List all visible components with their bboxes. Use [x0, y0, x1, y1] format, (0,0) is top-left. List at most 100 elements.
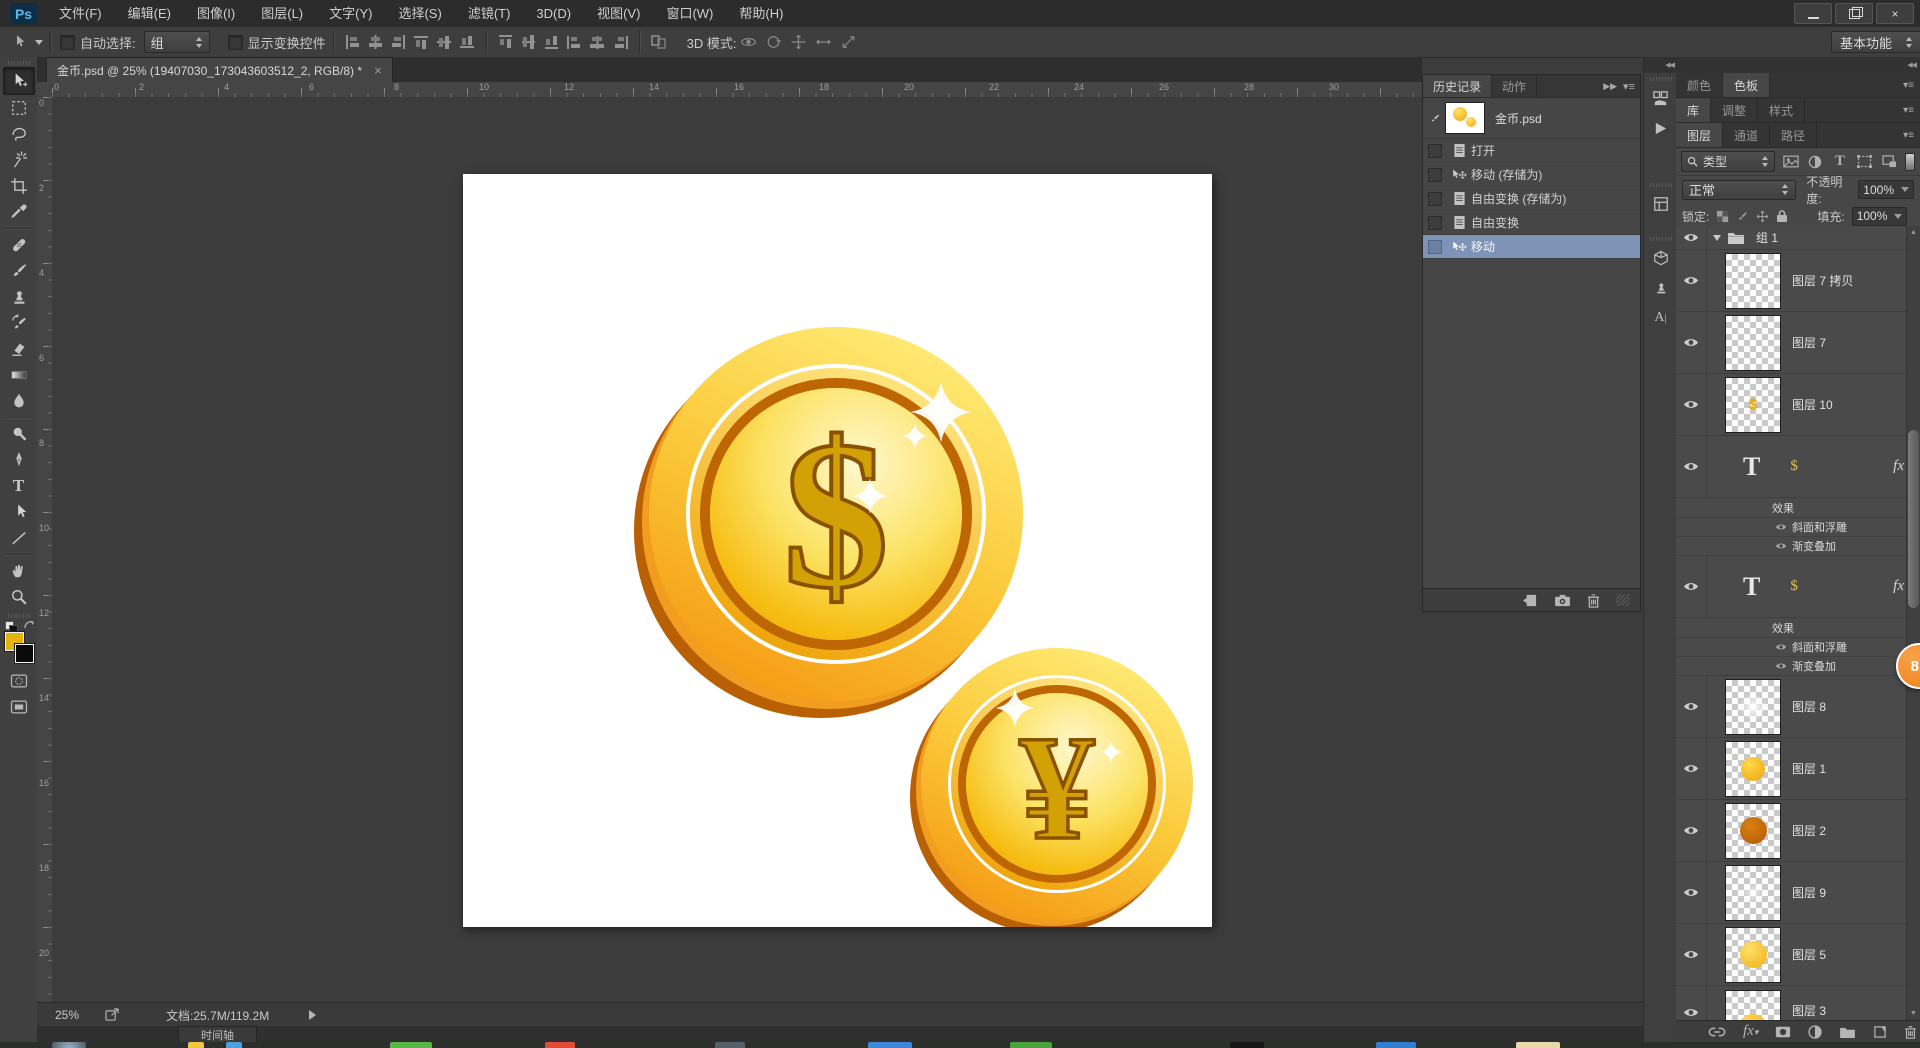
delete-layer-icon[interactable] [1904, 1025, 1917, 1039]
lock-transparency-icon[interactable] [1716, 210, 1729, 223]
3d-scale-icon[interactable] [839, 33, 858, 51]
panel-menu-icon[interactable]: ▾≡ [1623, 80, 1635, 93]
text-layer-row[interactable]: T $ fx [1676, 556, 1920, 618]
menu-item[interactable]: 视图(V) [584, 0, 653, 27]
layer-thumbnail[interactable]: $ [1725, 376, 1781, 433]
align-left-edges-icon[interactable] [344, 34, 361, 50]
menu-item[interactable]: 图像(I) [184, 0, 248, 27]
history-item-open[interactable]: 打开 [1423, 139, 1640, 163]
history-source-checkbox[interactable] [1428, 191, 1442, 206]
lock-position-icon[interactable] [1756, 210, 1769, 223]
layer-row[interactable]: 图层 8 [1676, 676, 1920, 738]
align-top-edges-icon[interactable] [413, 34, 430, 50]
type-tool[interactable]: T [4, 473, 34, 499]
tab-history[interactable]: 历史记录 [1423, 75, 1493, 97]
clone-stamp-tool[interactable] [4, 284, 34, 310]
layer-group-row[interactable]: 组 1 [1676, 226, 1920, 250]
effect-eye-icon[interactable] [1775, 662, 1787, 670]
effect-row-gradient[interactable]: 渐变叠加 [1676, 537, 1920, 556]
filter-shape-layers-icon[interactable] [1855, 152, 1874, 171]
scroll-down-icon[interactable]: ▼ [1907, 1010, 1920, 1017]
blur-tool[interactable] [4, 388, 34, 414]
filter-smart-objects-icon[interactable] [1880, 152, 1899, 171]
panel-grip[interactable] [7, 61, 30, 65]
layer-thumbnail[interactable] [1725, 252, 1781, 309]
visibility-eye-icon[interactable] [1683, 763, 1699, 774]
effect-row-bevel[interactable]: 斜面和浮雕 [1676, 638, 1920, 657]
filter-pixel-layers-icon[interactable] [1781, 152, 1800, 171]
pen-tool[interactable] [4, 447, 34, 473]
taskbar-icon[interactable] [390, 1042, 432, 1048]
screen-mode-button[interactable] [4, 694, 34, 720]
menu-item[interactable]: 滤镜(T) [455, 0, 524, 27]
layer-row[interactable]: 图层 3 [1676, 986, 1920, 1020]
new-group-icon[interactable] [1839, 1026, 1856, 1038]
auto-align-layers-icon[interactable] [650, 34, 668, 50]
menu-item[interactable]: 选择(S) [385, 0, 454, 27]
layer-thumbnail[interactable] [1725, 678, 1781, 735]
distribute-h-centers-icon[interactable] [589, 34, 606, 50]
horizontal-ruler[interactable]: 0 2 4 6 8 10 12 14 16 18 20 22 24 26 28 30 [52, 82, 1422, 98]
history-item-move-selected[interactable]: 移动 [1423, 235, 1640, 259]
distribute-top-icon[interactable] [497, 34, 514, 50]
link-layers-icon[interactable] [1708, 1026, 1726, 1038]
history-brush-source-icon[interactable] [1428, 112, 1441, 125]
3d-orbit-icon[interactable] [739, 33, 758, 51]
tab-layers[interactable]: 图层 [1676, 123, 1724, 147]
mini-bridge-panel-icon[interactable] [1644, 83, 1677, 113]
panel-resize-grip[interactable] [1616, 594, 1630, 606]
history-item-freetransform-saveas[interactable]: 自由变换 (存储为) [1423, 187, 1640, 211]
eraser-tool[interactable] [4, 336, 34, 362]
taskbar-icon[interactable] [226, 1042, 242, 1048]
visibility-eye-icon[interactable] [1683, 275, 1699, 286]
export-icon[interactable] [105, 1008, 120, 1022]
layer-row[interactable]: 图层 5 [1676, 924, 1920, 986]
filter-adjustment-layers-icon[interactable] [1806, 152, 1825, 171]
taskbar-icon[interactable] [1376, 1042, 1416, 1048]
new-layer-icon[interactable] [1873, 1025, 1887, 1038]
lasso-tool[interactable] [4, 121, 34, 147]
panel-menu-icon[interactable]: ▾≡ [1903, 98, 1920, 122]
tab-channels[interactable]: 通道 [1723, 123, 1771, 147]
layer-style-icon[interactable]: fx▾ [1743, 1023, 1758, 1040]
tab-styles[interactable]: 样式 [1758, 98, 1806, 122]
layer-thumbnail[interactable] [1725, 314, 1781, 371]
status-expand-icon[interactable] [309, 1010, 317, 1020]
line-tool[interactable] [4, 525, 34, 551]
history-source-checkbox[interactable] [1428, 143, 1442, 158]
visibility-eye-icon[interactable] [1683, 337, 1699, 348]
close-button[interactable]: × [1876, 3, 1914, 24]
layer-thumbnail[interactable] [1725, 990, 1781, 1020]
path-selection-tool[interactable] [4, 499, 34, 525]
layer-row[interactable]: 图层 2 [1676, 800, 1920, 862]
scroll-up-icon[interactable]: ▲ [1907, 229, 1920, 236]
fill-field[interactable]: 100% [1851, 206, 1908, 226]
effects-title-row[interactable]: 效果 [1676, 498, 1920, 518]
distribute-right-icon[interactable] [612, 34, 629, 50]
distribute-left-icon[interactable] [566, 34, 583, 50]
adjustment-layer-icon[interactable] [1808, 1024, 1823, 1039]
effect-row-gradient[interactable]: 渐变叠加 [1676, 657, 1920, 676]
tool-preset-caret[interactable] [35, 39, 43, 45]
gradient-tool[interactable] [4, 362, 34, 388]
zoom-level-field[interactable]: 25% [55, 1008, 79, 1022]
auto-select-checkbox[interactable] [60, 34, 75, 50]
menu-item[interactable]: 窗口(W) [653, 0, 726, 27]
layer-thumbnail[interactable] [1725, 802, 1781, 859]
visibility-eye-icon[interactable] [1683, 949, 1699, 960]
3d-pan-icon[interactable] [789, 33, 808, 51]
panel-menu-icon[interactable]: ▾≡ [1903, 123, 1920, 147]
add-mask-icon[interactable] [1775, 1026, 1791, 1038]
tab-close-icon[interactable]: × [374, 63, 382, 78]
properties-panel-icon[interactable] [1644, 189, 1677, 219]
taskbar-icon[interactable] [1010, 1042, 1052, 1048]
panel-menu-icon[interactable]: ▾≡ [1903, 73, 1920, 97]
timeline-tab[interactable]: 时间轴 [178, 1026, 257, 1043]
effects-title-row[interactable]: 效果 [1676, 618, 1920, 638]
tab-paths[interactable]: 路径 [1770, 123, 1818, 147]
layer-row[interactable]: 图层 1 [1676, 738, 1920, 800]
hand-tool[interactable] [4, 558, 34, 584]
align-right-edges-icon[interactable] [390, 34, 407, 50]
3d-panel-icon[interactable] [1644, 243, 1677, 273]
menu-item[interactable]: 图层(L) [248, 0, 316, 27]
